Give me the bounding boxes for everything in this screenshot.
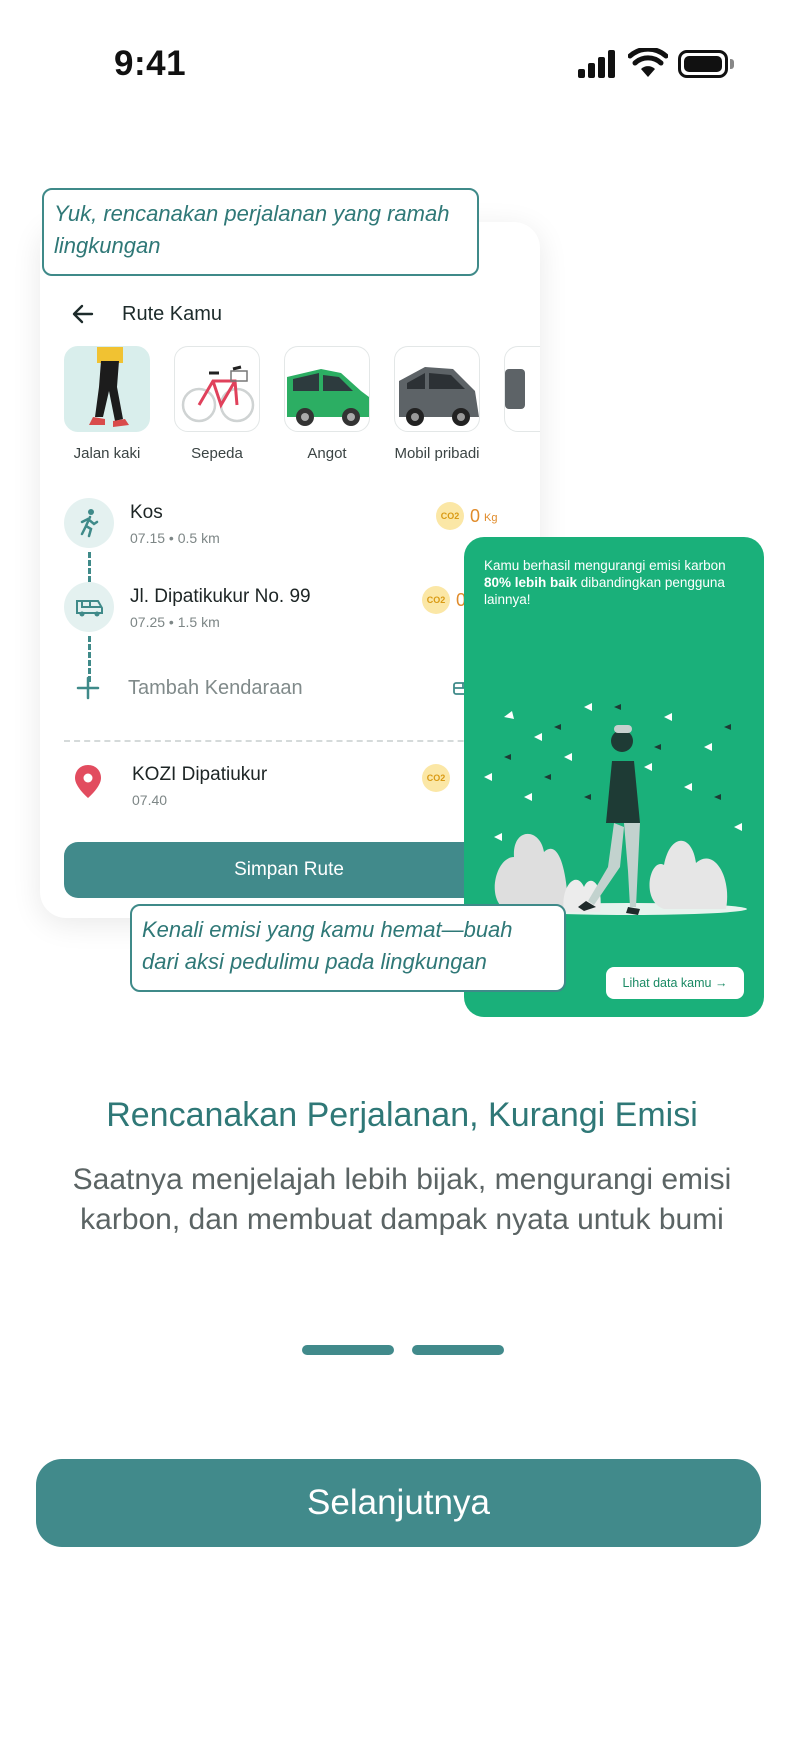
- vehicle-option-bicycle[interactable]: Sepeda: [162, 346, 272, 464]
- page-dot: [302, 1345, 394, 1355]
- route-divider: [64, 740, 504, 742]
- cellular-signal-icon: [578, 50, 618, 78]
- wifi-icon: [628, 48, 668, 77]
- vehicle-option-more[interactable]: [492, 346, 540, 432]
- location-pin-icon: [75, 765, 101, 798]
- onboarding-headline: Rencanakan Perjalanan, Kurangi Emisi: [106, 1096, 698, 1134]
- back-arrow-icon[interactable]: [70, 301, 96, 327]
- co2-indicator: CO2: [422, 764, 450, 792]
- walking-person-image: [64, 346, 150, 432]
- stop-icon-circle: [64, 498, 114, 548]
- route-card-header: Rute Kamu: [70, 294, 222, 334]
- vehicle-partial-image: [504, 346, 540, 432]
- stop-icon-circle: [64, 582, 114, 632]
- next-button[interactable]: Selanjutnya: [36, 1459, 761, 1547]
- co2-badge: CO2: [436, 502, 464, 530]
- minibus-icon: [76, 600, 103, 617]
- co2-unit: Kg: [484, 512, 498, 524]
- emission-callout: Kenali emisi yang kamu hemat—buah dari a…: [130, 904, 566, 992]
- co2-indicator: CO2 0: [422, 586, 466, 614]
- private-car-image: [394, 346, 480, 432]
- co2-badge: CO2: [422, 764, 450, 792]
- vehicle-option-private-car[interactable]: Mobil pribadi: [382, 346, 492, 464]
- emission-highlight: 80% lebih baik: [484, 575, 578, 590]
- add-vehicle-label: Tambah Kendaraan: [128, 676, 303, 699]
- walking-icon: [80, 509, 99, 538]
- bicycle-image: [174, 346, 260, 432]
- green-minibus-image: [284, 346, 370, 432]
- co2-badge: CO2: [422, 586, 450, 614]
- onboarding-description: Saatnya menjelajah lebih bijak, menguran…: [72, 1163, 732, 1236]
- route-card-title: Rute Kamu: [122, 302, 223, 325]
- destination-time: 07.40: [132, 792, 168, 808]
- co2-value: 0: [470, 505, 481, 526]
- vehicle-label: Angot: [307, 445, 347, 462]
- stop-detail: 07.25 • 1.5 km: [130, 614, 220, 630]
- vehicle-selector: Jalan kaki Sepeda Angot Mobil pribadi: [64, 346, 540, 496]
- stop-detail: 07.15 • 0.5 km: [130, 530, 220, 546]
- add-vehicle-row[interactable]: Tambah Kendaraan: [76, 676, 303, 700]
- destination-name: KOZI Dipatiukur: [132, 764, 268, 785]
- stop-name: Kos: [130, 502, 163, 523]
- vehicle-label: Sepeda: [191, 445, 243, 462]
- co2-indicator: CO2 0 Kg: [436, 502, 497, 530]
- page-indicator: [302, 1345, 504, 1355]
- stop-name: Jl. Dipatikukur No. 99: [130, 586, 311, 607]
- status-time: 9:41: [114, 44, 187, 83]
- status-bar: 9:41: [0, 0, 804, 130]
- view-data-button[interactable]: Lihat data kamu →: [606, 967, 744, 999]
- emission-message: Kamu berhasil mengurangi emisi karbon 80…: [484, 557, 752, 608]
- save-route-button[interactable]: Simpan Rute: [64, 842, 514, 898]
- vehicle-label: Jalan kaki: [73, 445, 141, 462]
- emission-text-start: Kamu berhasil mengurangi emisi karbon: [484, 558, 726, 573]
- vehicle-option-angkot[interactable]: Angot: [272, 346, 382, 464]
- plus-icon: [76, 676, 100, 700]
- page-dot: [412, 1345, 504, 1355]
- battery-icon: [678, 50, 734, 78]
- vehicle-label: Mobil pribadi: [394, 445, 480, 462]
- vehicle-option-walk[interactable]: Jalan kaki: [64, 346, 162, 464]
- plan-callout: Yuk, rencanakan perjalanan yang ramah li…: [42, 188, 479, 276]
